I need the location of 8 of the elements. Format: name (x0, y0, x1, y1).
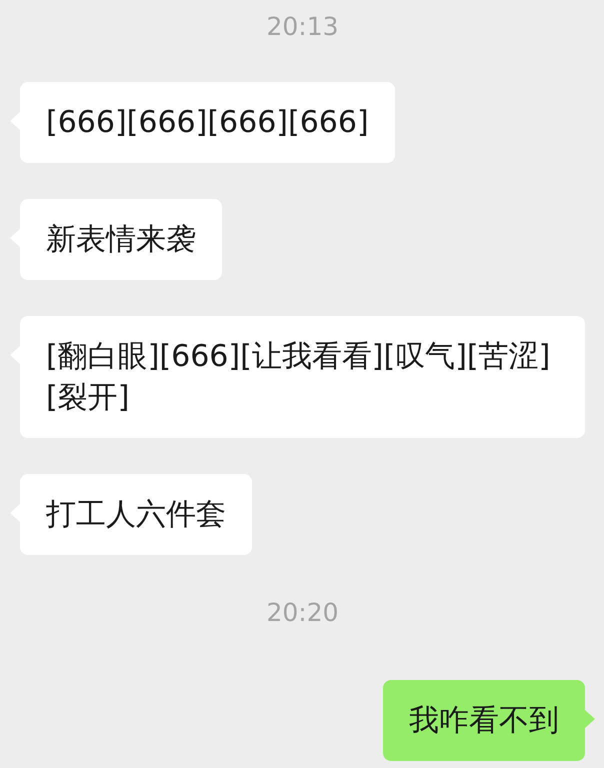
received-message: 打工人六件套 (20, 474, 252, 555)
received-message: 新表情来袭 (20, 199, 222, 280)
received-message: [666][666][666][666] (20, 82, 395, 163)
received-message: [翻白眼][666][让我看看][叹气][苦涩][裂开] (20, 316, 585, 438)
bubble-tail-icon (585, 710, 595, 728)
sent-message: 我咋看不到 (383, 680, 585, 761)
timestamp: 20:13 (266, 12, 339, 41)
timestamp: 20:20 (266, 598, 339, 627)
